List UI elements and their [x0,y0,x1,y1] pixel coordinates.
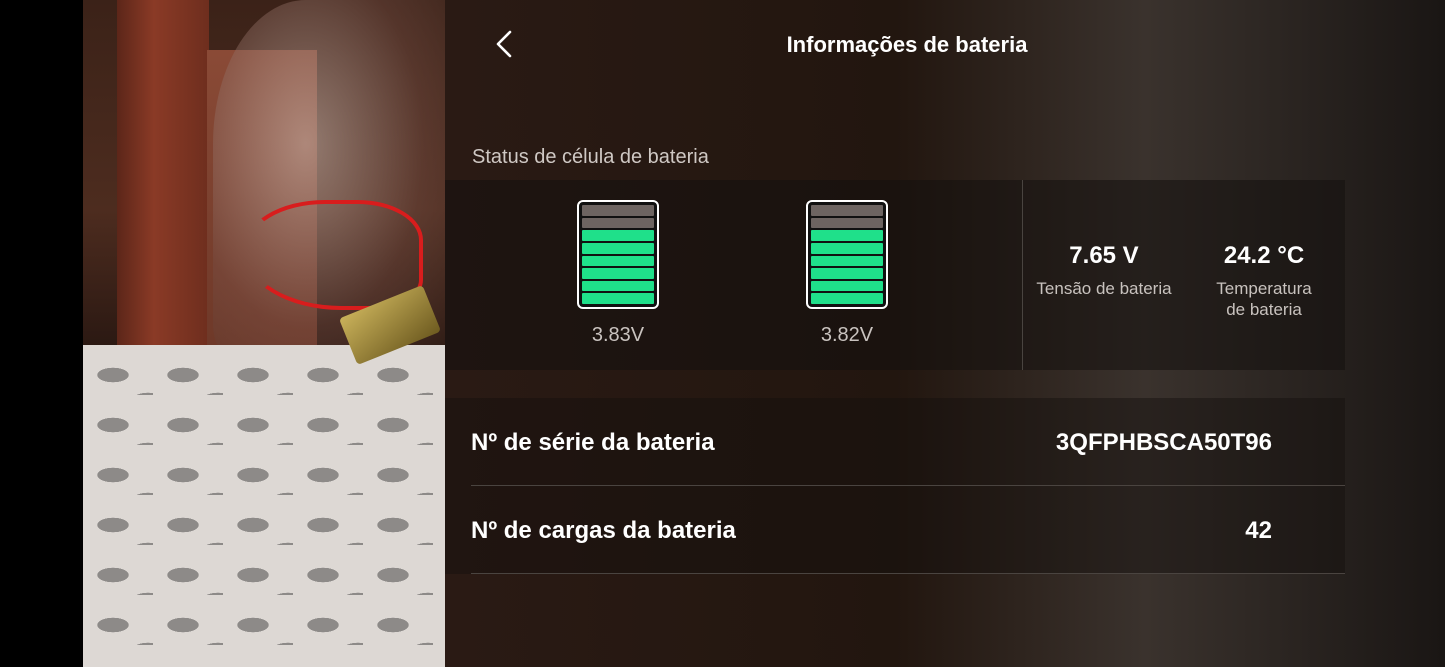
camera-wood-object [117,0,209,362]
cell-segment-empty [811,205,883,216]
cell-segment-filled [811,255,883,267]
charge-count-row: Nº de cargas da bateria 42 [471,486,1345,574]
serial-number-row: Nº de série da bateria 3QFPHBSCA50T96 [471,398,1345,486]
battery-cell-1: 3.83V [577,200,659,347]
cell-segment-filled [582,280,654,292]
serial-number-label: Nº de série da bateria [471,429,715,456]
battery-cell-icon [806,200,888,309]
cell-segment-filled [582,293,654,304]
battery-temperature-label: Temperatura de bateria [1195,278,1333,320]
cell-segment-filled [811,268,883,279]
top-bar: Informações de bateria [445,0,1445,90]
camera-floor [83,345,445,667]
camera-feed [83,0,445,667]
cell-voltage: 3.83V [591,324,645,346]
row-divider [471,573,1345,574]
cell-segment-filled [582,242,654,254]
battery-info-card: Nº de série da bateria 3QFPHBSCA50T96 Nº… [445,398,1345,574]
temperature-label-line1: Temperatura [1216,279,1312,298]
page-title: Informações de bateria [786,32,1028,57]
vertical-divider [1022,180,1023,370]
cell-segment-filled [811,280,883,292]
cell-segment-empty [582,205,654,216]
charge-count-label: Nº de cargas da bateria [471,517,736,544]
battery-voltage-stat: 7.65 V Tensão de bateria [1029,242,1179,299]
cell-segment-empty [582,217,654,229]
temperature-label-line2: de bateria [1226,300,1302,319]
battery-cell-icon [577,200,659,309]
battery-voltage-label: Tensão de bateria [1036,279,1172,298]
cell-segment-filled [811,293,883,304]
battery-info-panel: Informações de bateria Status de célula … [445,0,1445,667]
cell-segment-filled [811,230,883,241]
cell-status-label: Status de célula de bateria [472,146,709,168]
battery-voltage-value: 7.65 V [1069,242,1139,269]
cell-segment-filled [582,230,654,241]
serial-number-value: 3QFPHBSCA50T96 [1055,429,1272,456]
cell-status-card: 3.83V 3.82V 7.65 V Tensão de bateria 24.… [445,180,1345,370]
cell-segment-empty [811,217,883,229]
cell-voltage: 3.82V [820,324,874,346]
battery-temperature-stat: 24.2 °C Temperatura de bateria [1195,242,1333,320]
battery-cell-2: 3.82V [806,200,888,347]
charge-count-value: 42 [1245,517,1272,544]
battery-temperature-value: 24.2 °C [1223,242,1305,269]
cell-segment-filled [811,242,883,254]
cell-segment-filled [582,268,654,279]
cell-segment-filled [582,255,654,267]
